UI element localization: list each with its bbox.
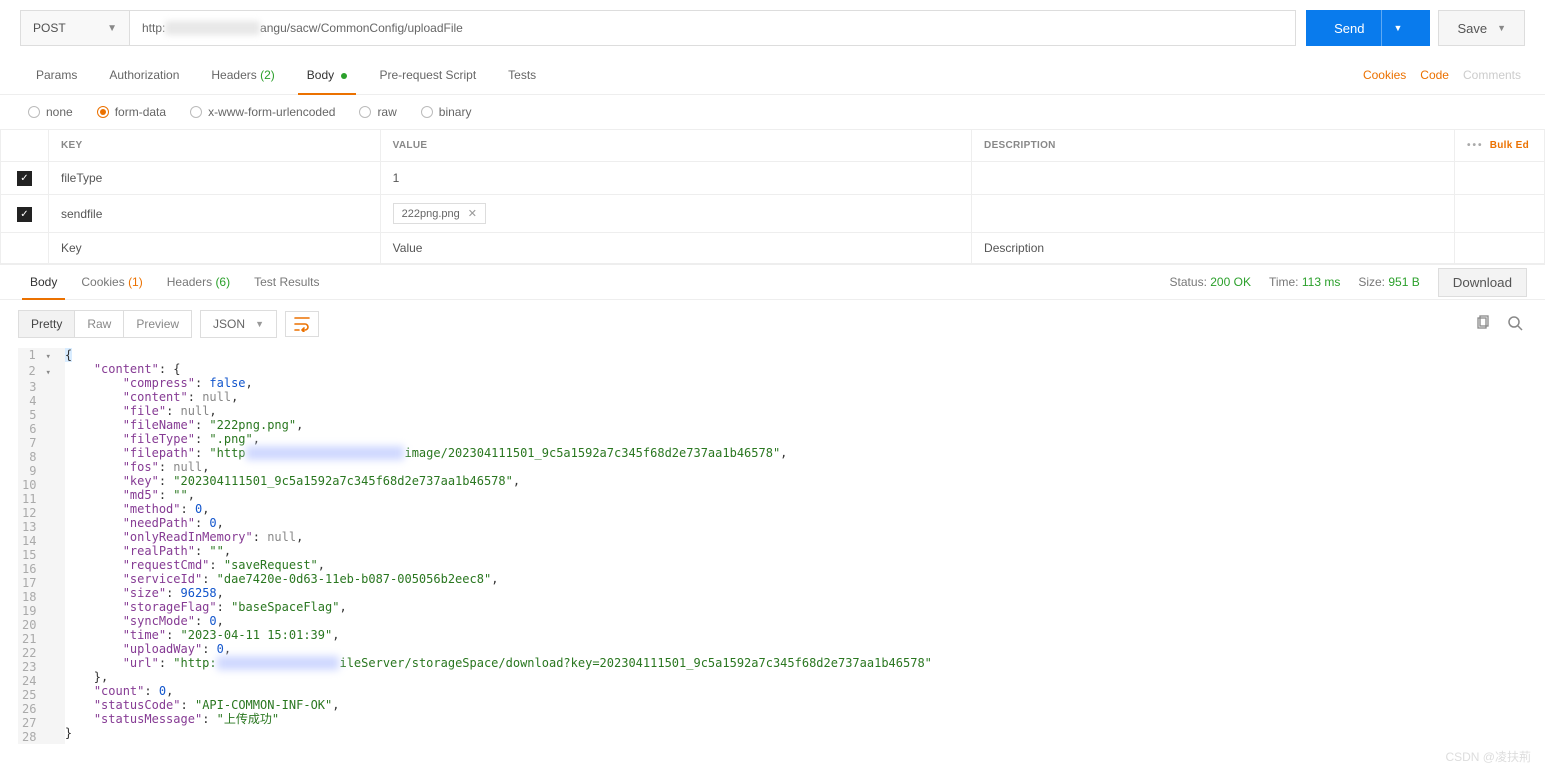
key-cell[interactable]: fileType xyxy=(49,162,381,195)
url-input[interactable]: http://xx.xx.xxx.xxx/pangu/sacw/CommonCo… xyxy=(130,10,1296,46)
comments-link[interactable]: Comments xyxy=(1463,68,1521,82)
row-checkbox[interactable]: ✓ xyxy=(17,207,32,222)
tab-authorization[interactable]: Authorization xyxy=(93,56,195,94)
new-value-input[interactable]: Value xyxy=(380,233,971,264)
body-type-radios: none form-data x-www-form-urlencoded raw… xyxy=(0,95,1545,129)
send-button[interactable]: Send ▼ xyxy=(1306,10,1430,46)
view-preview[interactable]: Preview xyxy=(124,311,191,337)
resp-tab-cookies[interactable]: Cookies (1) xyxy=(69,265,154,299)
http-method-select[interactable]: POST ▼ xyxy=(20,10,130,46)
radio-urlencoded[interactable]: x-www-form-urlencoded xyxy=(190,105,335,119)
resp-tab-headers[interactable]: Headers (6) xyxy=(155,265,242,299)
radio-binary[interactable]: binary xyxy=(421,105,472,119)
resp-tab-body[interactable]: Body xyxy=(18,265,69,299)
tab-tests[interactable]: Tests xyxy=(492,56,552,94)
search-icon[interactable] xyxy=(1503,311,1527,338)
tab-headers[interactable]: Headers (2) xyxy=(195,56,290,94)
tab-params[interactable]: Params xyxy=(20,56,93,94)
col-key: KEY xyxy=(49,130,381,162)
new-key-input[interactable]: Key xyxy=(49,233,381,264)
col-desc: DESCRIPTION xyxy=(972,130,1455,162)
wrap-lines-button[interactable] xyxy=(285,311,319,337)
chevron-down-icon: ▼ xyxy=(107,23,117,34)
value-cell[interactable]: 1 xyxy=(380,162,971,195)
value-cell[interactable]: 222png.png ✕ xyxy=(380,195,971,233)
key-cell[interactable]: sendfile xyxy=(49,195,381,233)
chevron-down-icon[interactable]: ▼ xyxy=(1497,23,1506,33)
bulk-edit-link[interactable]: Bulk Ed xyxy=(1490,140,1529,151)
tab-prerequest[interactable]: Pre-request Script xyxy=(363,56,492,94)
time-value: 113 ms xyxy=(1302,275,1340,289)
table-row: ✓ sendfile 222png.png ✕ xyxy=(1,195,1545,233)
chevron-down-icon[interactable]: ▼ xyxy=(1381,10,1403,46)
request-bar: POST ▼ http://xx.xx.xxx.xxx/pangu/sacw/C… xyxy=(0,0,1545,56)
response-tabs: Body Cookies (1) Headers (6) Test Result… xyxy=(0,264,1545,300)
method-label: POST xyxy=(33,21,66,35)
response-view-bar: Pretty Raw Preview JSON▼ xyxy=(0,300,1545,348)
table-row: ✓ fileType 1 xyxy=(1,162,1545,195)
file-chip: 222png.png ✕ xyxy=(393,203,486,224)
json-code[interactable]: { "content": { "compress": false, "conte… xyxy=(65,348,1527,744)
copy-icon[interactable] xyxy=(1471,311,1495,338)
download-button[interactable]: Download xyxy=(1438,268,1527,297)
view-raw[interactable]: Raw xyxy=(75,311,124,337)
format-select[interactable]: JSON▼ xyxy=(200,310,277,338)
request-tabs: Params Authorization Headers (2) Body Pr… xyxy=(0,56,1545,95)
col-value: VALUE xyxy=(380,130,971,162)
body-changed-indicator xyxy=(341,73,347,79)
radio-none[interactable]: none xyxy=(28,105,73,119)
line-gutter: 1 ▾2 ▾3 4 5 6 7 8 9 10 11 12 13 14 15 16… xyxy=(18,348,65,744)
cookies-link[interactable]: Cookies xyxy=(1363,68,1406,82)
tab-body[interactable]: Body xyxy=(291,56,364,94)
radio-raw[interactable]: raw xyxy=(359,105,396,119)
status-value: 200 OK xyxy=(1210,275,1251,289)
resp-tab-tests[interactable]: Test Results xyxy=(242,265,331,299)
response-body: 1 ▾2 ▾3 4 5 6 7 8 9 10 11 12 13 14 15 16… xyxy=(0,348,1545,764)
view-pretty[interactable]: Pretty xyxy=(19,311,75,337)
radio-formdata[interactable]: form-data xyxy=(97,105,166,119)
form-data-table: KEY VALUE DESCRIPTION ••• Bulk Ed ✓ file… xyxy=(0,129,1545,264)
save-button[interactable]: Save ▼ xyxy=(1438,10,1525,46)
size-value: 951 B xyxy=(1388,275,1419,289)
watermark: CSDN @凌扶荊 xyxy=(1445,748,1531,765)
row-checkbox[interactable]: ✓ xyxy=(17,171,32,186)
table-row-new: Key Value Description xyxy=(1,233,1545,264)
more-icon[interactable]: ••• xyxy=(1467,140,1484,151)
desc-cell[interactable] xyxy=(972,195,1455,233)
new-desc-input[interactable]: Description xyxy=(972,233,1455,264)
remove-file-icon[interactable]: ✕ xyxy=(468,207,477,220)
code-link[interactable]: Code xyxy=(1420,68,1449,82)
desc-cell[interactable] xyxy=(972,162,1455,195)
